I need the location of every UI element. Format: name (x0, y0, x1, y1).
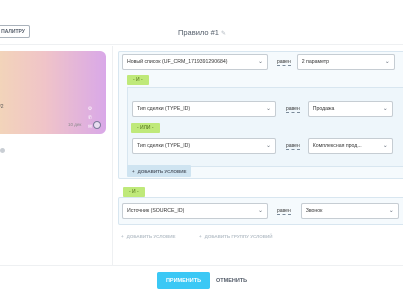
operator-link[interactable]: равен (277, 59, 291, 66)
chevron-down-icon: ⌄ (384, 59, 390, 65)
add-group-label: ДОБАВИТЬ ГРУППУ УСЛОВИЙ (204, 233, 273, 239)
value-select[interactable]: Комплексная прод... ⌄ (307, 138, 393, 154)
value-select[interactable]: Продажа ⌄ (307, 101, 393, 117)
preview-card: ⚙ ✆ ✉ ◌ #2 10 дек (0, 51, 106, 139)
operator-link[interactable]: равен (286, 143, 300, 150)
chevron-down-icon: ⌄ (257, 59, 263, 65)
value-select[interactable]: 2 параметр ⌄ (296, 54, 395, 70)
value-select-value: Продажа (312, 106, 335, 112)
panel-divider (112, 46, 113, 266)
add-condition-button[interactable]: + ДОБАВИТЬ УСЛОВИЕ (121, 231, 175, 241)
plus-icon: + (132, 168, 135, 174)
apply-button[interactable]: ПРИМЕНИТЬ (157, 272, 210, 289)
add-condition-label: ДОБАВИТЬ УСЛОВИЕ (137, 168, 187, 174)
chevron-down-icon: ⌄ (382, 143, 388, 149)
value-select-value: Звонок (305, 208, 323, 214)
field-select[interactable]: Тип сделки (TYPE_ID) ⌄ (132, 138, 276, 154)
plus-icon: + (199, 233, 202, 239)
chevron-down-icon: ⌄ (382, 106, 388, 112)
value-select-value: 2 параметр (301, 59, 330, 65)
add-group-button[interactable]: + ДОБАВИТЬ ГРУППУ УСЛОВИЙ (199, 231, 273, 241)
card-date: 10 дек (68, 122, 82, 127)
palette-button-label: ПАЛИТРУ (1, 28, 25, 35)
rule-title-text: Правило #1 (178, 28, 219, 37)
card-number: #2 (0, 104, 4, 110)
value-select[interactable]: Звонок ⌄ (300, 203, 399, 219)
condition-subgroup (127, 87, 403, 167)
field-select-value: Новый список (UF_CRM_1719391290684) (127, 59, 228, 65)
field-select-value: Тип сделки (TYPE_ID) (137, 106, 191, 112)
help-icon[interactable] (0, 148, 5, 153)
avatar (93, 121, 101, 129)
field-select[interactable]: Тип сделки (TYPE_ID) ⌄ (132, 101, 276, 117)
chevron-down-icon: ⌄ (257, 208, 263, 214)
settings-icon: ⚙ (87, 106, 93, 112)
phone-icon: ✆ (87, 115, 93, 121)
logic-and-badge[interactable]: - И - (123, 187, 145, 197)
logic-or-badge[interactable]: - ИЛИ - (131, 123, 160, 133)
field-select-value: Источник (SOURCE_ID) (127, 208, 185, 214)
add-condition-label: ДОБАВИТЬ УСЛОВИЕ (126, 233, 176, 239)
plus-icon: + (121, 233, 124, 239)
footer-divider (0, 265, 403, 266)
chat-icon: ◌ (88, 133, 92, 139)
palette-button[interactable]: ПАЛИТРУ (0, 25, 30, 38)
pencil-icon[interactable]: ✎ (221, 31, 226, 37)
chevron-down-icon: ⌄ (265, 106, 271, 112)
operator-link[interactable]: равен (286, 106, 300, 113)
page-title: Правило #1 ✎ (178, 28, 226, 37)
value-select-value: Комплексная прод... (312, 143, 362, 149)
add-condition-button[interactable]: + ДОБАВИТЬ УСЛОВИЕ (127, 165, 192, 177)
header-divider (0, 44, 403, 45)
operator-link[interactable]: равен (277, 208, 291, 215)
field-select-value: Тип сделки (TYPE_ID) (137, 143, 191, 149)
field-select[interactable]: Новый список (UF_CRM_1719391290684) ⌄ (122, 54, 268, 70)
chevron-down-icon: ⌄ (265, 143, 271, 149)
chevron-down-icon: ⌄ (388, 208, 394, 214)
field-select[interactable]: Источник (SOURCE_ID) ⌄ (122, 203, 268, 219)
logic-and-badge[interactable]: - И - (127, 75, 149, 85)
card-icons: ⚙ ✆ ✉ ◌ (87, 106, 93, 139)
cancel-button[interactable]: ОТМЕНИТЬ (216, 272, 247, 289)
